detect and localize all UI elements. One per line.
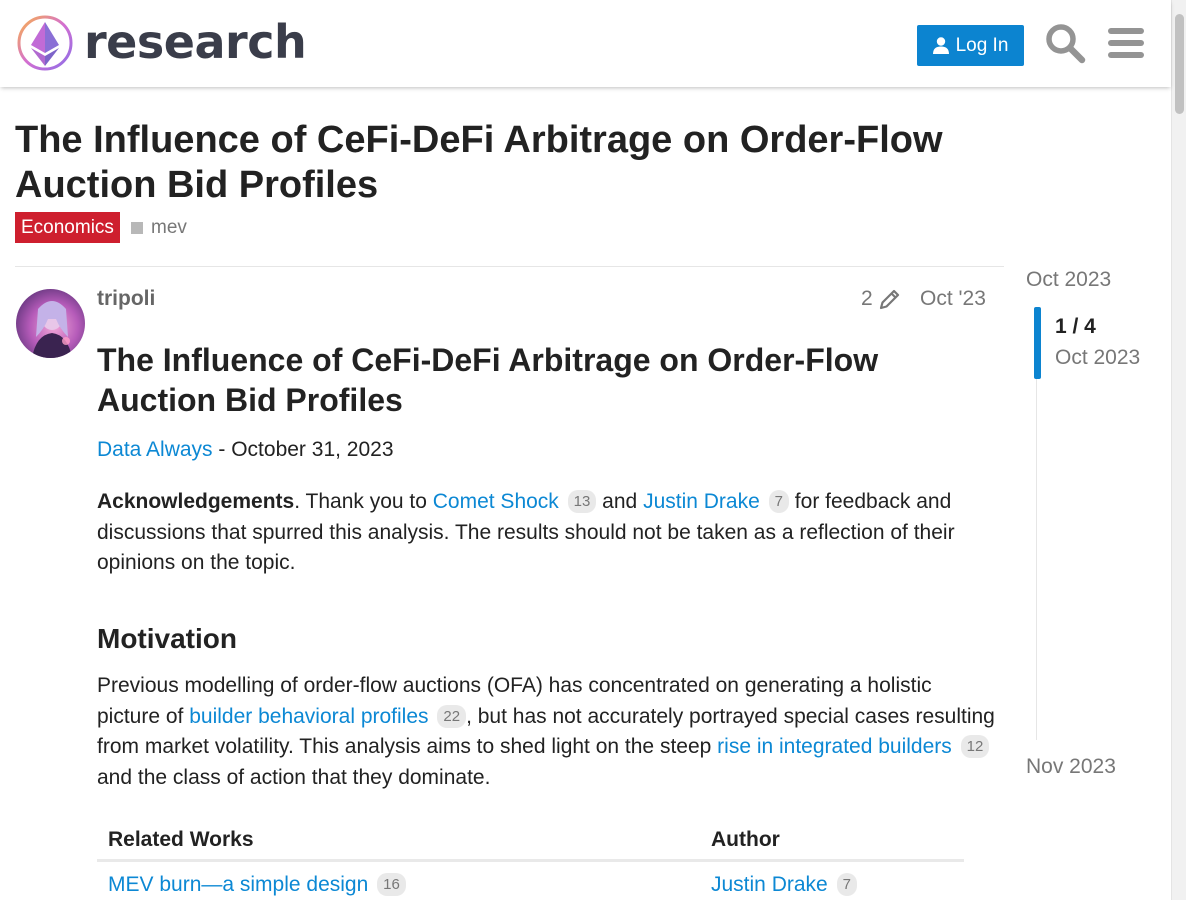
post-heading: The Influence of CeFi-DeFi Arbitrage on … [97, 340, 997, 420]
click-count-badge: 16 [377, 873, 406, 896]
table-cell-work: MEV burn—a simple design 16 [97, 861, 700, 904]
table-cell-author: Justin Drake 7 [700, 861, 964, 904]
timeline-start-date[interactable]: Oct 2023 [1026, 268, 1111, 292]
acknowledgements-label: Acknowledgements [97, 490, 294, 513]
link-builder-behavioral-profiles[interactable]: builder behavioral profiles [189, 705, 428, 728]
motivation-paragraph: Previous modelling of order-flow auction… [97, 671, 997, 793]
column-header-related-works: Related Works [97, 823, 700, 861]
search-icon[interactable] [1044, 22, 1086, 64]
byline: Data Always - October 31, 2023 [97, 435, 394, 466]
timeline-position: 1 / 4 [1055, 315, 1096, 339]
timeline-handle[interactable] [1034, 307, 1041, 379]
motivation-text: and the class of action that they domina… [97, 766, 490, 789]
divider [15, 266, 1004, 267]
tag-mev[interactable]: mev [131, 212, 187, 243]
scrollbar-thumb[interactable] [1175, 14, 1184, 114]
login-label: Log In [956, 35, 1009, 57]
click-count-badge: 7 [769, 490, 789, 513]
tag-square-icon [131, 222, 143, 234]
section-heading-motivation: Motivation [97, 621, 237, 657]
edit-history[interactable]: 2 [861, 287, 901, 311]
column-header-author: Author [700, 823, 964, 861]
category-badge[interactable]: Economics [15, 212, 120, 243]
page-scrollbar[interactable] [1171, 0, 1186, 900]
topic-title[interactable]: The Influence of CeFi-DeFi Arbitrage on … [15, 118, 1005, 208]
related-works-table: Related Works Author MEV burn—a simple d… [97, 823, 964, 904]
pencil-icon [879, 288, 901, 310]
byline-author-link[interactable]: Data Always [97, 438, 213, 461]
ack-text: and [596, 490, 643, 513]
mention-link-comet-shock[interactable]: Comet Shock [433, 490, 559, 513]
site-name[interactable]: research [84, 12, 306, 72]
timeline-current-date: Oct 2023 [1055, 346, 1140, 370]
post-author[interactable]: tripoli [97, 286, 155, 312]
click-count-badge: 22 [437, 705, 466, 728]
edit-count: 2 [861, 287, 873, 311]
hamburger-menu-icon[interactable] [1106, 22, 1148, 64]
user-icon [933, 37, 949, 54]
table-header-row: Related Works Author [97, 823, 964, 861]
click-count-badge: 7 [837, 873, 857, 896]
related-author-link[interactable]: Justin Drake [711, 873, 828, 896]
site-header: research Log In [0, 0, 1171, 87]
click-count-badge: 12 [961, 735, 990, 758]
ethereum-logo[interactable] [16, 14, 74, 72]
post-body: The Influence of CeFi-DeFi Arbitrage on … [97, 340, 997, 420]
mention-link-justin-drake[interactable]: Justin Drake [643, 490, 760, 513]
related-work-link[interactable]: MEV burn—a simple design [108, 873, 368, 896]
post-date[interactable]: Oct '23 [920, 286, 986, 312]
avatar[interactable] [16, 289, 85, 358]
timeline-end-date[interactable]: Nov 2023 [1026, 755, 1116, 779]
ack-text: . Thank you to [294, 490, 433, 513]
click-count-badge: 13 [568, 490, 597, 513]
login-button[interactable]: Log In [917, 25, 1024, 66]
tag-label: mev [151, 212, 187, 243]
byline-date: - October 31, 2023 [213, 438, 394, 461]
acknowledgements-paragraph: Acknowledgements. Thank you to Comet Sho… [97, 487, 992, 579]
link-rise-in-integrated-builders[interactable]: rise in integrated builders [717, 735, 952, 758]
table-row: MEV burn—a simple design 16 Justin Drake… [97, 861, 964, 904]
